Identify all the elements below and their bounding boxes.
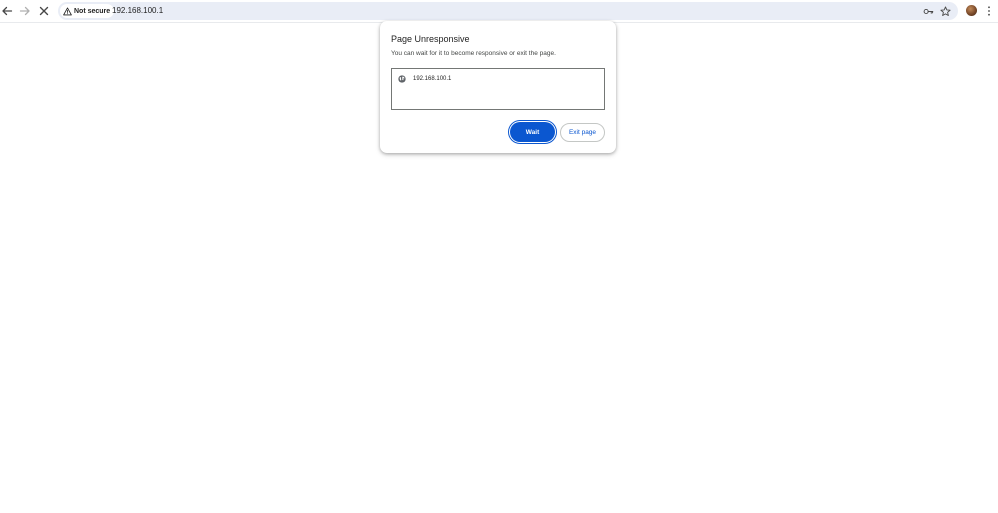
exit-page-button[interactable]: Exit page [560, 123, 605, 142]
omnibox[interactable]: Not secure 192.168.100.1 [58, 2, 958, 20]
unresponsive-page-list: 192.168.100.1 [391, 68, 605, 110]
list-item: 192.168.100.1 [398, 75, 451, 83]
stop-loading-icon [39, 6, 49, 16]
bookmark-button[interactable] [939, 5, 951, 17]
forward-arrow-icon [19, 6, 30, 16]
browser-menu-button[interactable] [985, 4, 993, 18]
dialog-message: You can wait for it to become responsive… [391, 50, 556, 57]
key-icon [923, 8, 933, 14]
browser-toolbar: Not secure 192.168.100.1 [0, 0, 998, 23]
forward-button[interactable] [16, 2, 34, 20]
back-button[interactable] [0, 2, 16, 20]
back-arrow-icon [2, 6, 13, 16]
page-unresponsive-dialog: Page Unresponsive You can wait for it to… [380, 21, 616, 153]
warning-triangle-icon [63, 6, 72, 15]
globe-icon [398, 75, 406, 83]
more-vertical-icon [988, 6, 990, 16]
avatar[interactable] [966, 5, 977, 16]
url-text[interactable]: 192.168.100.1 [112, 6, 163, 15]
star-icon [939, 5, 951, 16]
stop-loading-button[interactable] [35, 2, 53, 20]
page-list-item-label: 192.168.100.1 [413, 76, 452, 82]
security-label: Not secure [74, 7, 111, 15]
password-key-button[interactable] [922, 5, 934, 17]
wait-button[interactable]: Wait [507, 119, 558, 145]
security-chip[interactable]: Not secure [60, 4, 115, 18]
dialog-title: Page Unresponsive [391, 34, 470, 44]
